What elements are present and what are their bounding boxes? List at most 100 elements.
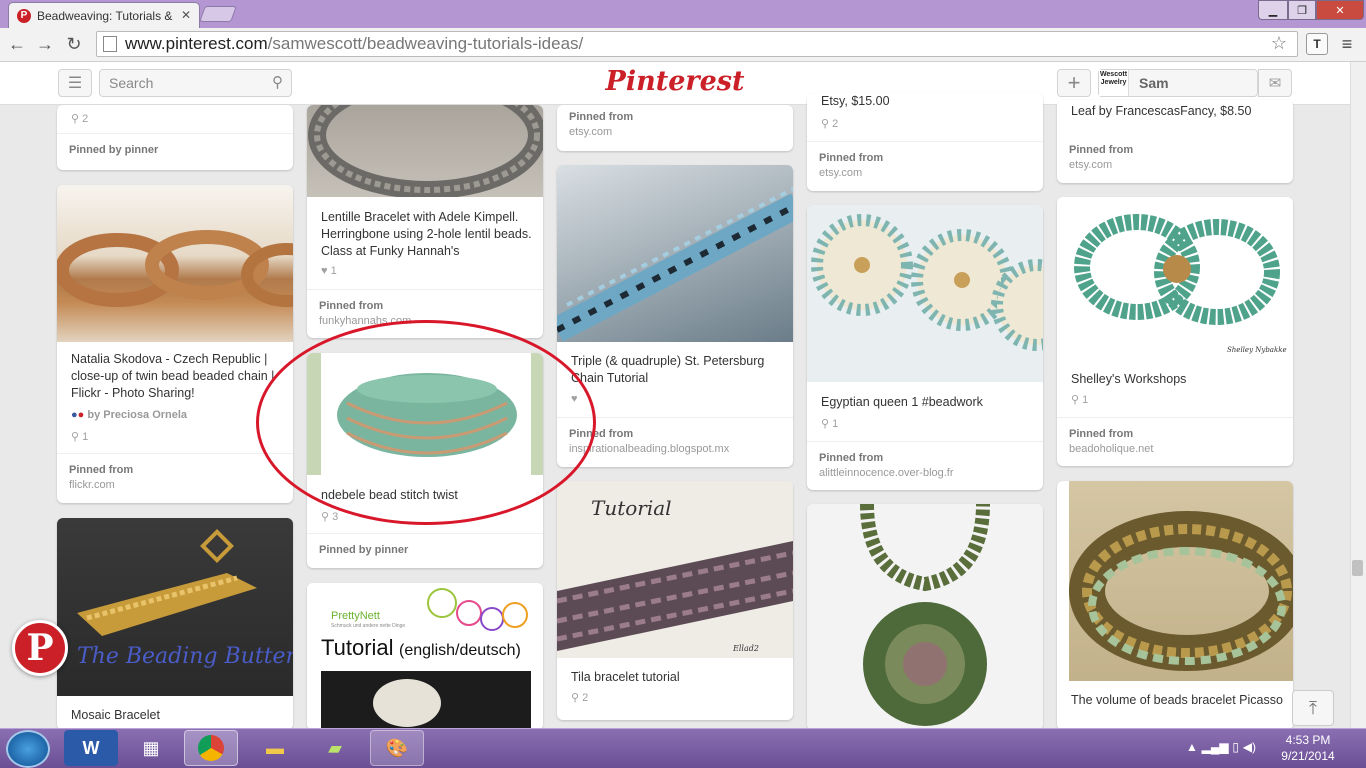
pin-card[interactable]: Shelley Nybakke Shelley's Workshops ⚲ 1 … — [1057, 197, 1293, 466]
user-name: Sam — [1139, 75, 1169, 91]
vertical-scrollbar[interactable] — [1350, 62, 1366, 728]
pin-title[interactable]: Tila bracelet tutorial — [571, 669, 783, 686]
pin-source[interactable]: etsy.com — [819, 167, 1031, 179]
pinned-label: Pinned from — [1069, 428, 1134, 440]
pin-card[interactable] — [807, 504, 1043, 730]
pin-card[interactable]: Natalia Skodova - Czech Republic | close… — [57, 185, 293, 503]
window-close-button[interactable]: ✕ — [1316, 0, 1364, 20]
pin-image[interactable] — [807, 504, 1043, 730]
tab-active[interactable]: P Beadweaving: Tutorials & ✕ — [8, 2, 200, 28]
prettynett-tutorial-image: PrettyNett Schmuck und andere nette Ding… — [321, 588, 531, 730]
repin-count: ⚲ 2 — [821, 118, 839, 130]
calculator-app-icon[interactable]: ▦ — [124, 730, 178, 766]
pin-footer[interactable]: Pinned from etsy.com — [1057, 132, 1293, 182]
pin-card[interactable]: PrettyNett Schmuck und andere nette Ding… — [307, 583, 543, 730]
pin-title[interactable]: Triple (& quadruple) St. Petersburg Chai… — [571, 353, 783, 387]
pin-price: Etsy, $15.00 — [821, 94, 890, 108]
chrome-menu-icon[interactable]: ≡ — [1336, 34, 1358, 54]
pin-footer[interactable]: Pinned from beadoholique.net — [1057, 417, 1293, 466]
pin-title[interactable]: Shelley's Workshops — [1071, 371, 1283, 388]
start-button[interactable] — [6, 730, 50, 768]
search-input[interactable]: Search ⚲ — [99, 69, 292, 97]
pin-card[interactable]: Lentille Bracelet with Adele Kimpell. He… — [307, 105, 543, 338]
pin-footer[interactable]: Pinned from etsy.com — [807, 141, 1043, 191]
pin-image[interactable] — [1057, 481, 1293, 681]
pin-card[interactable]: ⚲ 2 Pinned by pinner — [57, 105, 293, 170]
pinned-label: Pinned from — [319, 300, 384, 312]
add-pin-button[interactable]: + — [1057, 69, 1091, 97]
pin-card[interactable]: Tutorial Ellad2 Tila bracelet tutorial ⚲… — [557, 481, 793, 720]
pin-card[interactable]: Leaf by FrancescasFancy, $8.50 Pinned fr… — [1057, 100, 1293, 183]
scroll-to-top-button[interactable]: ⤒ — [1292, 690, 1334, 726]
address-bar[interactable]: www.pinterest.com/samwescott/beadweaving… — [96, 31, 1298, 57]
pin-image[interactable] — [807, 205, 1043, 382]
system-clock[interactable]: 4:53 PM 9/21/2014 — [1258, 732, 1358, 764]
search-icon[interactable]: ⚲ — [272, 73, 283, 91]
pinned-label: Pinned from — [819, 152, 884, 164]
pin-source[interactable]: etsy.com — [1069, 159, 1281, 171]
pin-title[interactable]: The volume of beads bracelet Picasso — [1071, 692, 1283, 709]
pin-source[interactable]: inspirationalbeading.blogspot.mx — [569, 443, 781, 455]
extension-icon[interactable]: T — [1306, 33, 1328, 55]
like-count: ♥ 1 — [321, 265, 337, 277]
pin-card[interactable]: The Beading Butterfly Mosaic Bracelet — [57, 518, 293, 730]
pin-image[interactable]: The Beading Butterfly — [57, 518, 293, 696]
pin-image[interactable]: Shelley Nybakke — [1057, 197, 1293, 357]
pin-card[interactable]: Pinned from etsy.com — [557, 105, 793, 151]
pinned-label: Pinned from — [1069, 144, 1134, 156]
pin-card[interactable]: Etsy, $15.00 ⚲ 2 Pinned from etsy.com — [807, 93, 1043, 191]
search-placeholder: Search — [109, 75, 154, 91]
file-explorer-app-icon[interactable]: ▬ — [248, 730, 302, 766]
pin-footer[interactable]: Pinned from flickr.com — [57, 453, 293, 503]
pin-title[interactable]: Mosaic Bracelet — [71, 707, 283, 724]
battery-icon[interactable]: ▯ — [1232, 740, 1239, 754]
pin-title[interactable]: Egyptian queen 1 #beadwork — [821, 394, 1033, 411]
pin-image[interactable]: Tutorial Ellad2 — [557, 481, 793, 658]
sticky-notes-app-icon[interactable]: ▰ — [308, 730, 362, 766]
pinned-label: Pinned from — [569, 428, 634, 440]
menu-button[interactable]: ☰ — [58, 69, 92, 97]
scrollbar-thumb[interactable] — [1352, 560, 1363, 576]
word-app-icon[interactable]: W — [64, 730, 118, 766]
picasso-bracelet-image — [1057, 481, 1293, 681]
notifications-button[interactable]: ✉ — [1258, 69, 1292, 97]
tila-bracelet-image: Tutorial Ellad2 — [557, 496, 793, 653]
new-tab-button[interactable] — [199, 6, 237, 22]
back-arrow-icon[interactable]: ← — [6, 33, 28, 55]
pin-source[interactable]: alittleinnocence.over-blog.fr — [819, 467, 1031, 479]
volume-icon[interactable]: ◀) — [1243, 740, 1256, 754]
pin-footer[interactable]: Pinned from etsy.com — [557, 105, 793, 138]
system-tray: ▲ ▂▄▆ ▯ ◀) — [1186, 740, 1256, 754]
maximize-button[interactable]: ❐ — [1288, 0, 1316, 20]
pin-title[interactable]: Lentille Bracelet with Adele Kimpell. He… — [321, 209, 533, 260]
tray-expand-icon[interactable]: ▲ — [1186, 740, 1198, 754]
minimize-button[interactable]: ▁ — [1258, 0, 1288, 20]
pin-card[interactable]: The volume of beads bracelet Picasso — [1057, 481, 1293, 730]
pin-source[interactable]: etsy.com — [569, 126, 781, 138]
pin-image[interactable] — [557, 165, 793, 342]
brand-text: PrettyNett — [331, 610, 380, 622]
pin-footer: Pinned by pinner — [307, 533, 543, 568]
pinterest-logo[interactable]: Pinterest — [590, 66, 760, 100]
pin-footer[interactable]: Pinned from alittleinnocence.over-blog.f… — [807, 441, 1043, 490]
green-lattice-bracelet-image: Shelley Nybakke — [1074, 214, 1287, 354]
pin-card[interactable]: Egyptian queen 1 #beadwork ⚲ 1 Pinned fr… — [807, 205, 1043, 490]
pin-image[interactable]: PrettyNett Schmuck und andere nette Ding… — [307, 583, 543, 730]
pin-source[interactable]: flickr.com — [69, 479, 281, 491]
forward-arrow-icon[interactable]: → — [34, 33, 56, 55]
pin-via[interactable]: ●● by Preciosa Ornela — [71, 409, 187, 421]
clock-time: 4:53 PM — [1285, 733, 1331, 747]
pin-image[interactable] — [57, 185, 293, 342]
pin-image[interactable] — [307, 105, 543, 199]
user-profile-button[interactable]: Wescott Jewelry Sam — [1098, 69, 1258, 97]
pin-source[interactable]: beadoholique.net — [1069, 443, 1281, 455]
pin-it-button[interactable]: P — [12, 620, 68, 676]
bookmark-star-icon[interactable]: ☆ — [1271, 33, 1287, 54]
paint-app-icon[interactable]: 🎨 — [370, 730, 424, 766]
chrome-app-icon[interactable] — [184, 730, 238, 766]
signal-icon[interactable]: ▂▄▆ — [1202, 740, 1229, 754]
pin-title[interactable]: Natalia Skodova - Czech Republic | close… — [71, 351, 283, 402]
tab-close-icon[interactable]: ✕ — [181, 8, 191, 22]
pin-title[interactable]: Leaf by FrancescasFancy, $8.50 — [1071, 103, 1283, 120]
reload-icon[interactable]: ↻ — [63, 33, 85, 55]
